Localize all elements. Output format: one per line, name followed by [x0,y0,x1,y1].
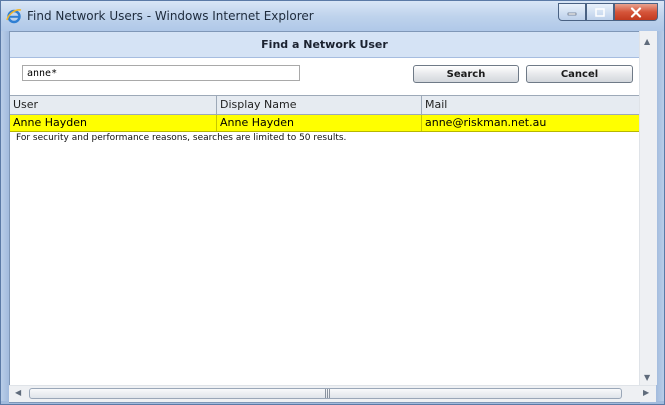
right-arrow-icon[interactable]: ▶ [643,388,649,397]
down-arrow-icon[interactable]: ▼ [644,373,650,382]
up-arrow-icon[interactable]: ▲ [644,37,650,46]
column-divider [216,115,217,131]
horizontal-scroll-thumb[interactable]: ||| [29,388,622,399]
browser-window: Find Network Users - Windows Internet Ex… [0,0,665,405]
minimize-icon [567,12,577,16]
column-divider[interactable] [216,96,217,114]
scroll-grip-icon: ||| [324,389,331,399]
column-divider[interactable] [421,96,422,114]
cell-display-name: Anne Hayden [220,116,294,129]
vertical-scrollbar[interactable]: ▲ ▼ [639,31,657,385]
cancel-button[interactable]: Cancel [526,65,633,83]
maximize-icon [595,7,605,17]
left-arrow-icon[interactable]: ◀ [15,388,21,397]
results-limit-notice: For security and performance reasons, se… [16,133,347,143]
search-input[interactable] [22,65,300,81]
dialog-header: Find a Network User [10,32,639,58]
minimize-button[interactable] [558,3,586,21]
horizontal-scrollbar[interactable]: ◀ ||| ▶ [9,385,656,402]
dialog-content: Find a Network User Search Cancel User D… [9,31,640,403]
column-divider [421,115,422,131]
window-frame-right [656,31,664,401]
window-title: Find Network Users - Windows Internet Ex… [27,9,314,23]
column-header-user[interactable]: User [13,98,38,111]
table-row[interactable]: Anne Hayden Anne Hayden anne@riskman.net… [10,115,639,132]
title-bar[interactable]: Find Network Users - Windows Internet Ex… [1,1,664,31]
maximize-button[interactable] [586,3,614,21]
results-table-header: User Display Name Mail [10,95,639,115]
search-button[interactable]: Search [413,65,519,83]
cell-mail: anne@riskman.net.au [425,116,547,129]
close-icon [630,6,642,18]
window-frame-left [1,31,9,401]
ie-logo-icon [6,9,22,24]
column-header-mail[interactable]: Mail [425,98,447,111]
cell-user: Anne Hayden [13,116,87,129]
dialog-heading: Find a Network User [261,38,388,51]
close-button[interactable] [614,3,658,21]
column-header-display-name[interactable]: Display Name [220,98,297,111]
